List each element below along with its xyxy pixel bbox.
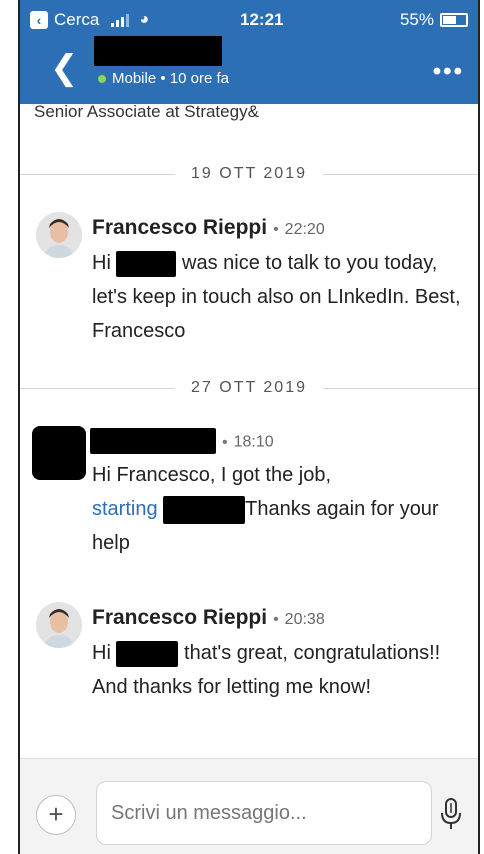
back-icon[interactable]: ❮ <box>50 48 79 88</box>
contact-headline: Senior Associate at Strategy& <box>34 102 259 121</box>
divider-line <box>323 387 478 389</box>
divider-line <box>20 387 176 389</box>
chat-screen: ‹ Cerca ◕ 12:21 55% ❮ Mobile • 10 ore fa… <box>18 0 480 854</box>
separator-dot: • <box>273 221 279 238</box>
redacted-start-date <box>163 495 246 524</box>
wifi-icon: ◕ <box>139 11 150 28</box>
mic-icon[interactable] <box>438 797 464 831</box>
date-label: 19 OTT 2019 <box>191 165 307 182</box>
back-app-icon: ‹ <box>30 11 48 29</box>
separator-dot: • <box>222 433 228 451</box>
redacted-contact-name <box>94 36 222 66</box>
message-text: Hi was nice to talk to you today, let's … <box>92 246 462 348</box>
battery-icon <box>440 13 468 27</box>
date-divider: 19 OTT 2019 <box>20 164 478 184</box>
person-icon <box>36 212 82 258</box>
online-dot-icon <box>98 74 106 83</box>
person-icon <box>36 602 82 648</box>
date-label: 27 OTT 2019 <box>191 379 307 396</box>
divider-line <box>20 173 176 175</box>
sender-name[interactable]: Francesco Rieppi <box>92 606 267 629</box>
signal-icon <box>111 13 130 27</box>
divider-line <box>323 173 478 175</box>
more-icon[interactable]: ••• <box>433 58 464 86</box>
plus-icon[interactable]: + <box>36 795 76 835</box>
status-bar: ‹ Cerca ◕ 12:21 55% <box>20 0 478 40</box>
avatar[interactable] <box>36 212 82 258</box>
message-time: 22:20 <box>284 221 325 238</box>
clock: 12:21 <box>240 10 284 29</box>
message-text: Hi that's great, congratulations!! And t… <box>92 636 462 704</box>
message-text-start: Hi <box>92 642 111 664</box>
message-composer: + <box>20 758 478 854</box>
message-time: 18:10 <box>233 433 274 451</box>
message-link[interactable]: starting <box>92 498 158 520</box>
date-divider: 27 OTT 2019 <box>20 378 478 398</box>
redacted-name <box>116 640 179 667</box>
battery-status: 55% <box>400 10 468 30</box>
message-text-line1: Hi Francesco, I got the job, <box>92 464 332 486</box>
message-text-start: Hi <box>92 252 111 274</box>
sender-line: • 18:10 <box>90 428 274 454</box>
avatar[interactable] <box>36 602 82 648</box>
sender-line: Francesco Rieppi • 22:20 <box>92 216 325 240</box>
battery-percent: 55% <box>399 10 434 29</box>
redacted-sender-name <box>90 428 216 454</box>
separator-dot: • <box>273 611 279 628</box>
header-bar: ‹ Cerca ◕ 12:21 55% ❮ Mobile • 10 ore fa… <box>20 0 478 104</box>
message-time: 20:38 <box>284 611 325 628</box>
message-input[interactable] <box>96 781 432 845</box>
presence-status: Mobile • 10 ore fa <box>98 70 229 87</box>
redacted-avatar <box>32 426 86 480</box>
message-text: Hi Francesco, I got the job, starting Th… <box>92 458 462 560</box>
back-app-label: Cerca <box>54 10 100 29</box>
sender-name[interactable]: Francesco Rieppi <box>92 216 267 239</box>
presence-label: Mobile • 10 ore fa <box>112 70 229 87</box>
sender-line: Francesco Rieppi • 20:38 <box>92 606 325 630</box>
back-to-app[interactable]: ‹ Cerca ◕ <box>30 10 149 30</box>
redacted-name <box>116 250 177 277</box>
